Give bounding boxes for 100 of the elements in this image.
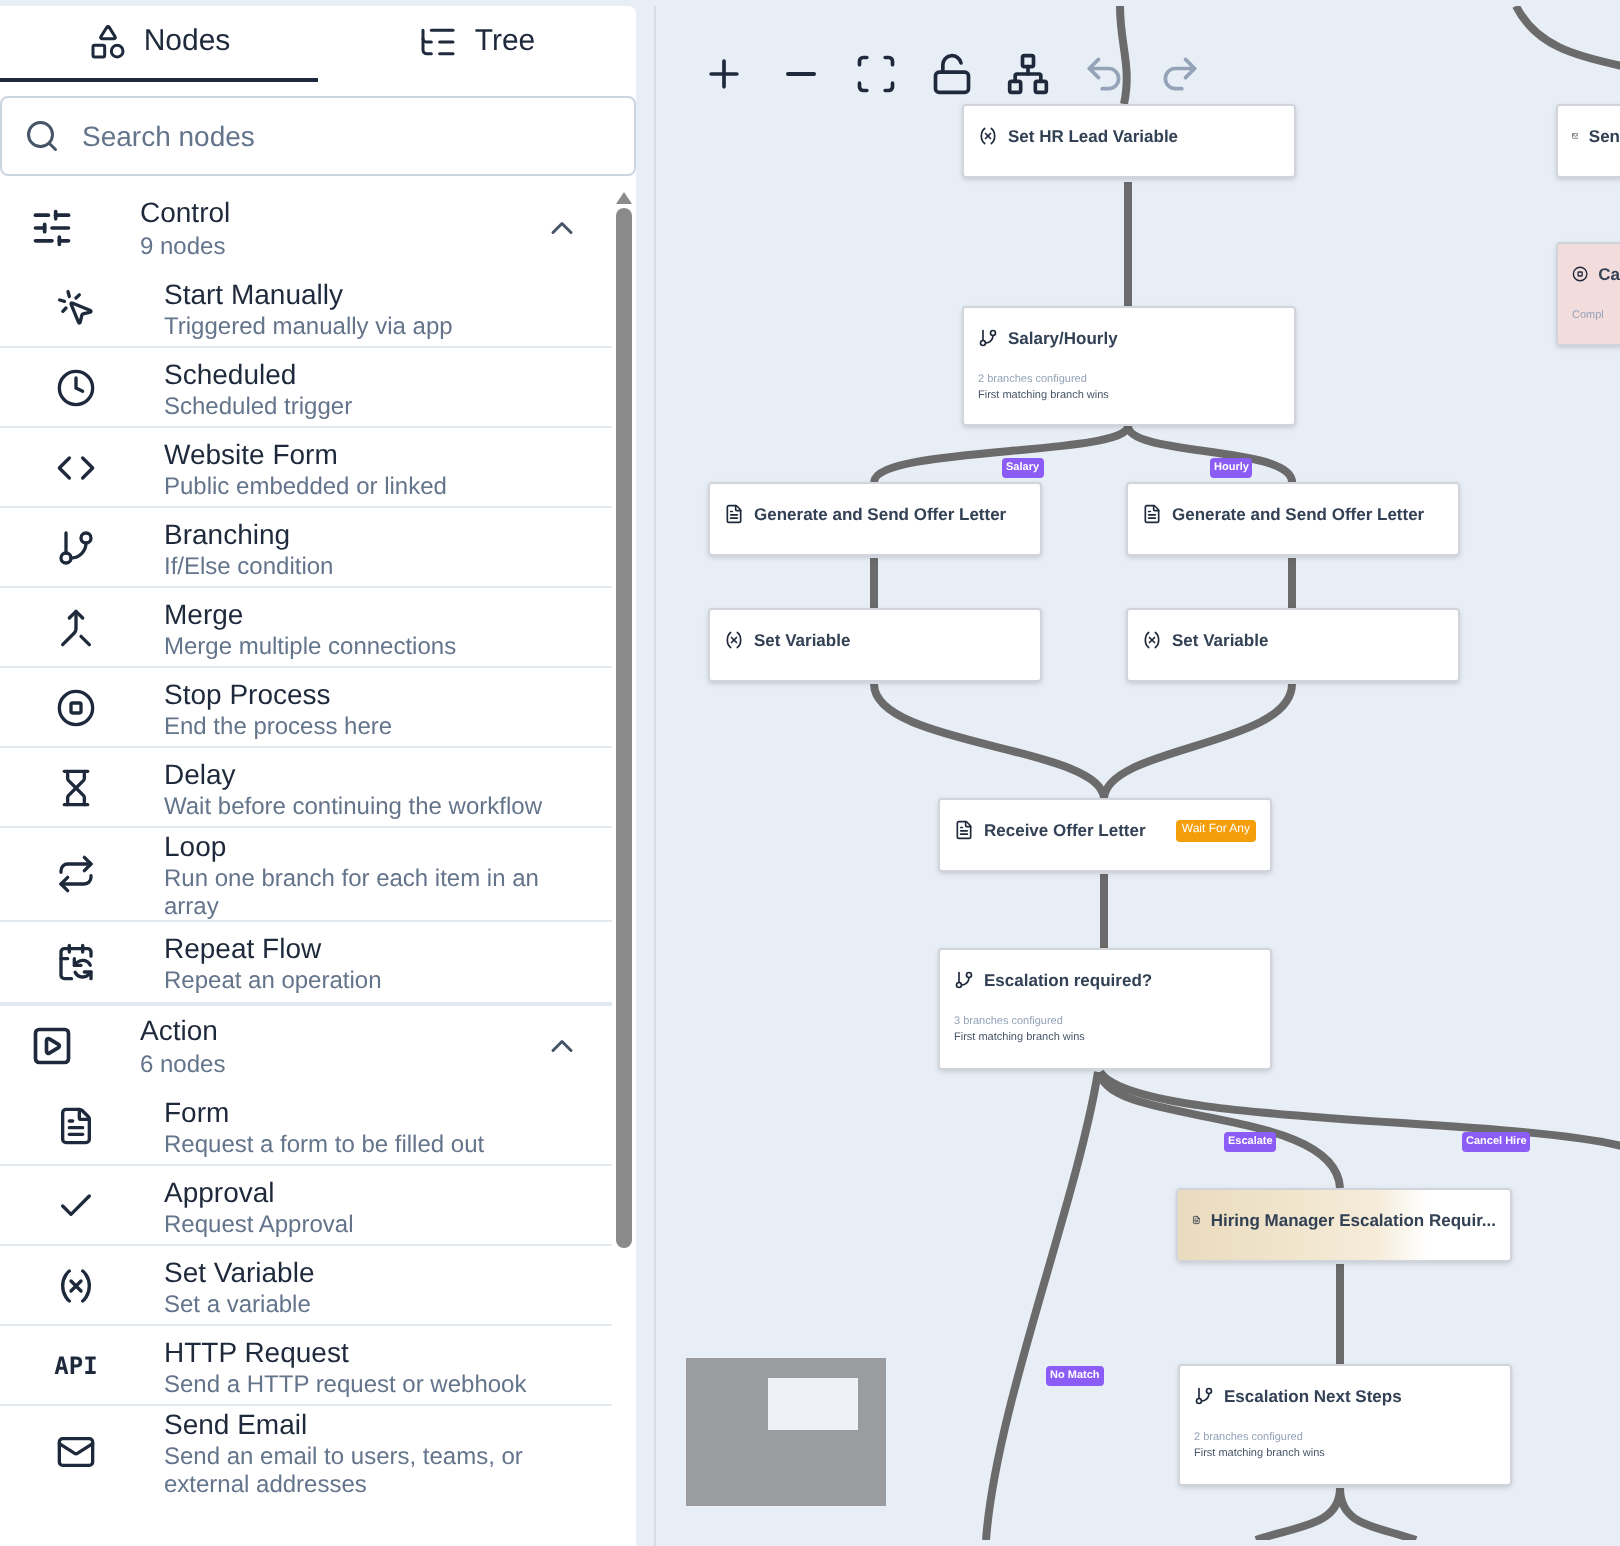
- node-type-title: Start Manually: [164, 275, 345, 311]
- stop-icon: [56, 687, 96, 727]
- group-header[interactable]: Action 6 nodes: [0, 1006, 612, 1086]
- unlock-icon: [930, 52, 974, 96]
- node-type-description: Send a HTTP request or webhook: [164, 1369, 529, 1397]
- node-type-title: Merge: [164, 595, 246, 631]
- workflow-node[interactable]: Generate and Send Offer Letter: [1126, 482, 1460, 556]
- node-type-title: HTTP Request: [164, 1333, 351, 1369]
- node-type-title: Loop: [164, 828, 229, 864]
- workflow-node[interactable]: Generate and Send Offer Letter: [708, 482, 1042, 556]
- search-field[interactable]: Search nodes: [0, 96, 636, 176]
- document-icon: [954, 820, 974, 841]
- shapes-icon: [87, 22, 128, 62]
- node-type-item[interactable]: Repeat Flow Repeat an operation: [0, 922, 612, 1002]
- stop-icon: [1572, 264, 1589, 285]
- variable-icon: [978, 126, 998, 147]
- node-title: Generate and Send Offer Letter: [1172, 502, 1425, 528]
- node-type-item[interactable]: Start Manually Triggered manually via app: [0, 268, 612, 348]
- fit-view-icon: [854, 52, 898, 96]
- layout-icon: [1006, 52, 1050, 96]
- node-type-item[interactable]: Scheduled Scheduled trigger: [0, 348, 612, 428]
- node-type-description: Request Approval: [164, 1209, 356, 1237]
- node-type-item[interactable]: Loop Run one branch for each item in an array: [0, 828, 612, 922]
- pointer-click-icon: [56, 287, 96, 327]
- document-icon: [1142, 504, 1162, 525]
- node-type-description: Request a form to be filled out: [164, 1129, 487, 1157]
- node-type-title: Repeat Flow: [164, 930, 324, 966]
- fit-view-button[interactable]: [852, 50, 900, 98]
- node-title: Escalation Next Steps: [1224, 1384, 1402, 1410]
- node-type-description: Send an email to users, teams, or external addresses: [164, 1442, 525, 1498]
- node-type-description: End the process here: [164, 711, 395, 739]
- panel-tab[interactable]: Nodes: [0, 6, 318, 82]
- branch-icon: [1194, 1386, 1214, 1407]
- minimap-viewport: [768, 1378, 858, 1430]
- node-type-title: Form: [164, 1093, 232, 1129]
- merge-icon: [56, 607, 96, 647]
- node-type-description: If/Else condition: [164, 551, 336, 579]
- node-type-item[interactable]: API HTTP Request Send a HTTP request or webhook: [0, 1326, 612, 1406]
- workflow-node[interactable]: Set HR Lead Variable: [962, 104, 1296, 178]
- group-count: 6 nodes: [140, 1048, 228, 1080]
- branch-icon: [56, 527, 96, 567]
- node-type-title: Website Form: [164, 435, 340, 471]
- variable-icon: [1142, 630, 1162, 651]
- node-title: Set Variable: [1172, 628, 1269, 654]
- node-type-description: Public embedded or linked: [164, 471, 449, 499]
- node-type-description: Wait before continuing the workflow: [164, 791, 544, 819]
- envelope-icon: [56, 1432, 96, 1472]
- workflow-node[interactable]: Set Variable: [1126, 608, 1460, 682]
- node-title: Set HR Lead Variable: [1008, 124, 1179, 150]
- node-title: Escalation required?: [984, 968, 1153, 994]
- node-type-item[interactable]: Website Form Public embedded or linked: [0, 428, 612, 508]
- workflow-node[interactable]: Sen: [1556, 104, 1620, 178]
- panel-tab[interactable]: Tree: [318, 6, 636, 82]
- document-icon: [56, 1105, 96, 1145]
- group-title: Action: [140, 1012, 220, 1048]
- node-type-item[interactable]: Stop Process End the process here: [0, 668, 612, 748]
- branch-icon: [954, 970, 974, 991]
- node-type-title: Branching: [164, 515, 293, 551]
- node-type-description: Triggered manually via app: [164, 311, 455, 339]
- document-icon: [724, 504, 744, 525]
- workflow-node[interactable]: Set Variable: [708, 608, 1042, 682]
- variable-icon: [724, 630, 744, 651]
- node-type-item[interactable]: Approval Request Approval: [0, 1166, 612, 1246]
- node-type-item[interactable]: Form Request a form to be filled out: [0, 1086, 612, 1166]
- group-count: 9 nodes: [140, 230, 228, 262]
- undo-icon: [1082, 52, 1126, 96]
- node-title: Ca: [1598, 262, 1620, 288]
- play-square-icon: [30, 1024, 74, 1068]
- node-type-description: Run one branch for each item in an array: [164, 864, 541, 920]
- node-type-item[interactable]: Send Email Send an email to users, teams, or external addresses: [0, 1406, 612, 1498]
- node-title: Hiring Manager Escalation Requir...: [1210, 1208, 1496, 1234]
- node-title: Generate and Send Offer Letter: [754, 502, 1007, 528]
- node-type-title: Delay: [164, 755, 238, 791]
- node-type-description: Merge multiple connections: [164, 631, 459, 659]
- node-type-item[interactable]: Delay Wait before continuing the workflow: [0, 748, 612, 828]
- node-type-description: Repeat an operation: [164, 966, 384, 994]
- unlock-button[interactable]: [928, 50, 976, 98]
- node-title: Salary/Hourly: [1008, 326, 1118, 352]
- clock-icon: [56, 367, 96, 407]
- node-type-title: Approval: [164, 1173, 277, 1209]
- repeat-icon: [56, 854, 96, 894]
- group-title: Control: [140, 194, 233, 230]
- sliders-icon: [30, 206, 74, 250]
- group-header[interactable]: Control 9 nodes: [0, 188, 612, 268]
- node-type-item[interactable]: Merge Merge multiple connections: [0, 588, 612, 668]
- node-type-title: Stop Process: [164, 675, 333, 711]
- calendar-sync-icon: [56, 942, 96, 982]
- node-title: Sen: [1588, 124, 1620, 150]
- redo-icon: [1158, 52, 1202, 96]
- branch-icon: [978, 328, 998, 349]
- search-icon: [24, 118, 60, 154]
- layout-button[interactable]: [1004, 50, 1052, 98]
- workflow-node[interactable]: Hiring Manager Escalation Requir...: [1176, 1188, 1512, 1262]
- node-type-description: Scheduled trigger: [164, 391, 355, 419]
- node-type-title: Set Variable: [164, 1253, 317, 1289]
- node-title: Set Variable: [754, 628, 851, 654]
- node-type-item[interactable]: Set Variable Set a variable: [0, 1246, 612, 1326]
- node-title: Receive Offer Letter: [984, 818, 1146, 844]
- node-type-item[interactable]: Branching If/Else condition: [0, 508, 612, 588]
- variable-icon: [56, 1265, 96, 1305]
